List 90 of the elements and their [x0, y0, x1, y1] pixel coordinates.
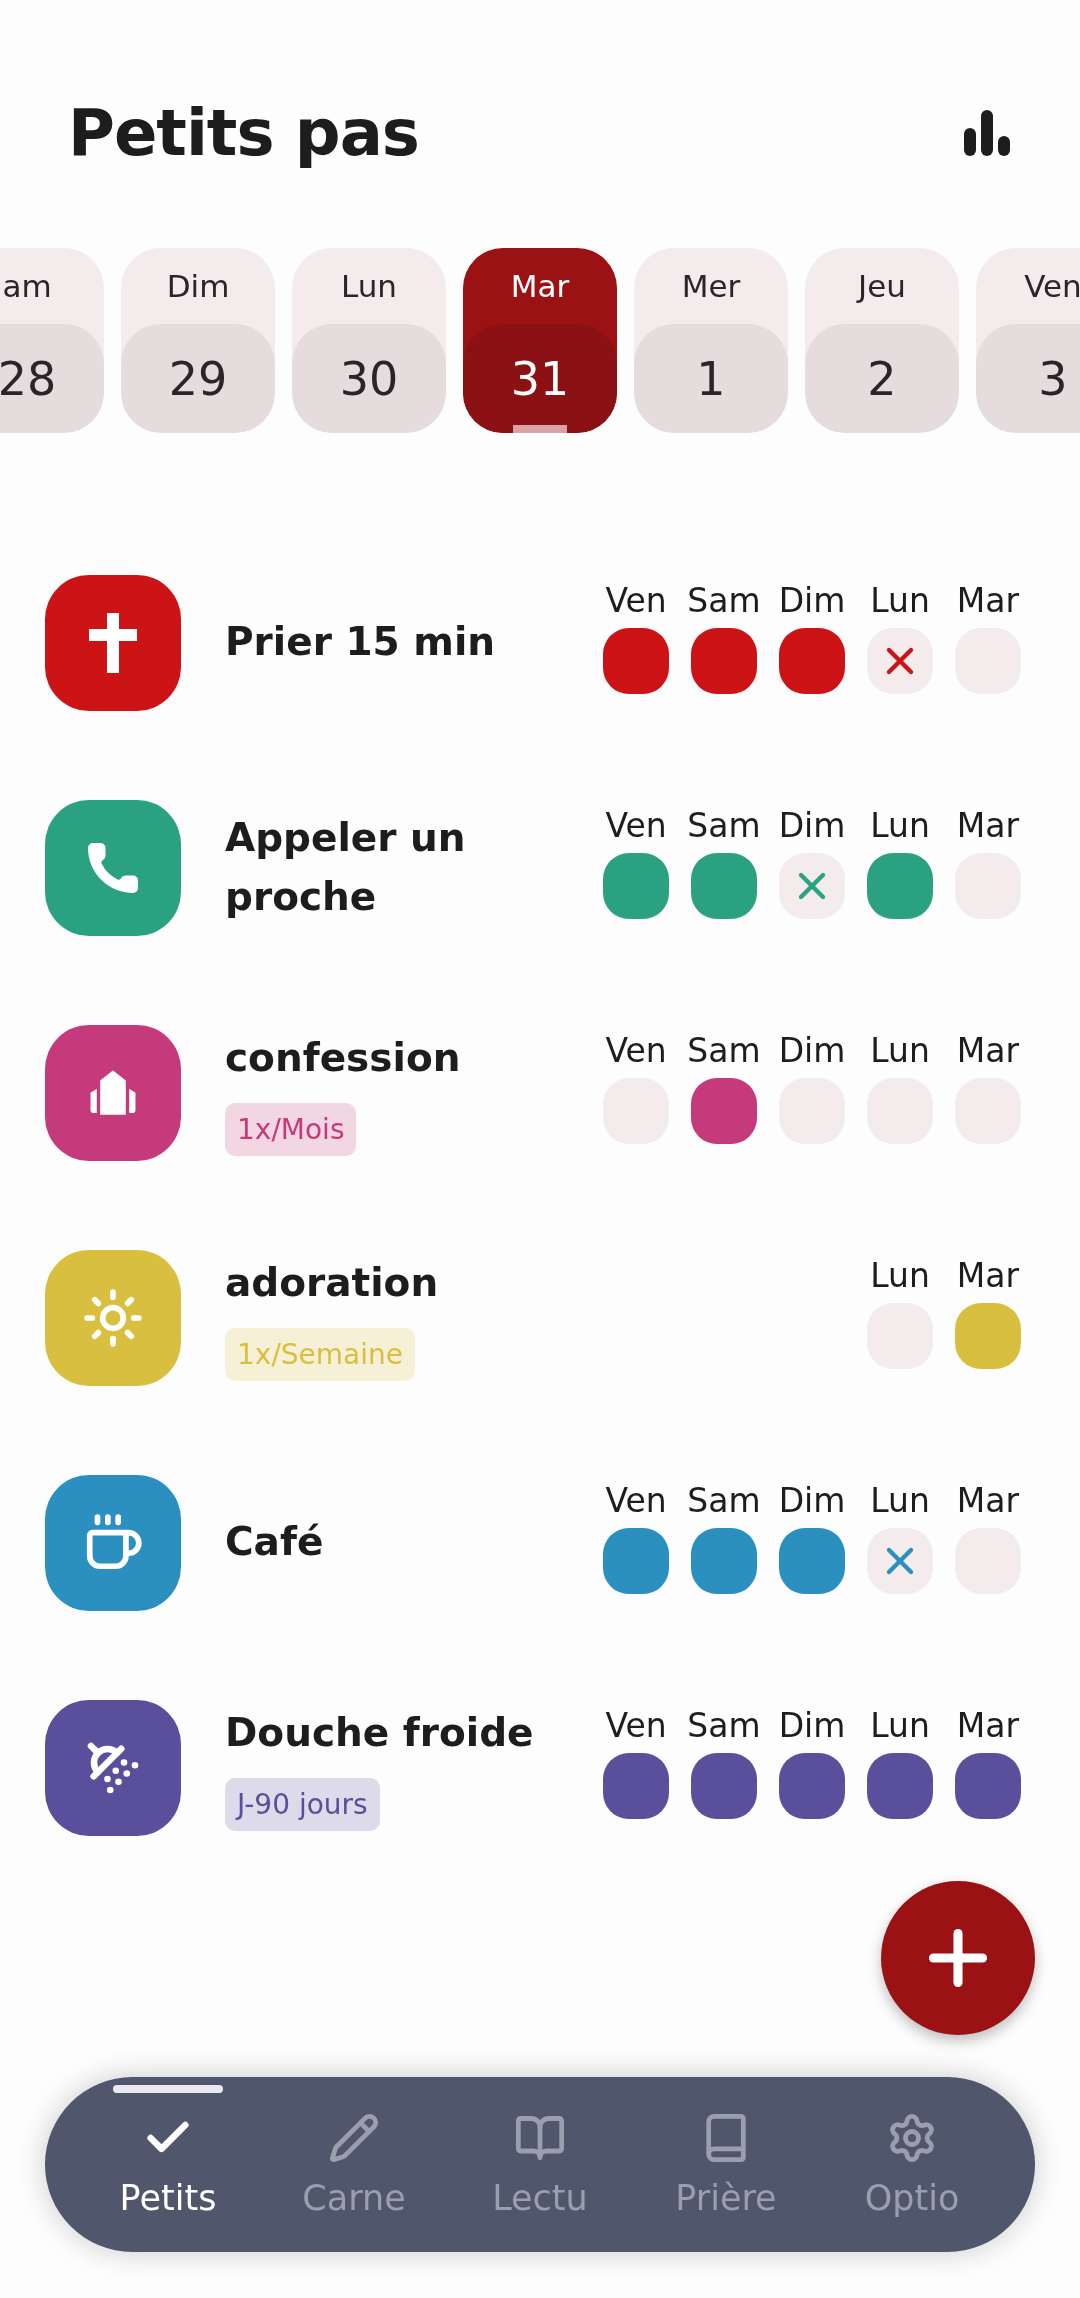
- habit-name: adoration: [225, 1258, 439, 1307]
- habit-name: Café: [225, 1518, 324, 1567]
- date-card[interactable]: am 28: [0, 248, 104, 433]
- day-label: Sam: [687, 1031, 761, 1070]
- day-check[interactable]: [955, 1303, 1021, 1369]
- day-check[interactable]: [779, 853, 845, 919]
- day-check[interactable]: [691, 628, 757, 694]
- habit-name: Prier 15 min: [225, 618, 496, 667]
- app-title: Petits pas: [68, 96, 419, 170]
- day-label: Sam: [687, 806, 761, 845]
- day-label: Sam: [687, 1481, 761, 1520]
- habit-name: Appeler un proche: [225, 814, 467, 921]
- day-label: Ven: [605, 1481, 667, 1520]
- date-number: 30: [292, 324, 446, 433]
- day-label: Lun: [870, 1481, 930, 1520]
- day-check[interactable]: [779, 1753, 845, 1819]
- date-card[interactable]: Lun 30: [292, 248, 446, 433]
- day-label: Dim: [778, 1481, 846, 1520]
- day-label: Lun: [870, 1031, 930, 1070]
- day-check[interactable]: [867, 628, 933, 694]
- weekday-label: am: [1, 267, 53, 306]
- frequency-tag: J-90 jours: [225, 1778, 380, 1832]
- day-check[interactable]: [867, 1528, 933, 1594]
- day-label: Dim: [778, 581, 846, 620]
- day-check[interactable]: [603, 853, 669, 919]
- nav-tab[interactable]: Petits: [75, 2077, 261, 2252]
- day-label: Sam: [687, 1706, 761, 1745]
- sun-icon: [82, 1286, 144, 1349]
- date-card[interactable]: Ven 3: [976, 248, 1080, 433]
- frequency-tag: 1x/Semaine: [225, 1328, 415, 1382]
- habit-icon-tile[interactable]: [45, 574, 181, 711]
- day-label: Dim: [778, 806, 846, 845]
- day-label: Sam: [687, 581, 761, 620]
- weekday-label: Ven: [1023, 267, 1080, 306]
- date-card[interactable]: Mer 1: [634, 248, 788, 433]
- habit-icon-tile[interactable]: [45, 1699, 181, 1836]
- day-label: Ven: [605, 581, 667, 620]
- date-number: 28: [0, 324, 104, 433]
- day-label: Mar: [956, 1031, 1020, 1070]
- day-check[interactable]: [691, 853, 757, 919]
- add-button[interactable]: [881, 1881, 1035, 2035]
- day-check[interactable]: [691, 1078, 757, 1144]
- day-check[interactable]: [603, 628, 669, 694]
- frequency-tag: 1x/Mois: [225, 1103, 357, 1157]
- day-label: Mar: [956, 1706, 1020, 1745]
- day-label: Ven: [605, 1031, 667, 1070]
- day-label: Dim: [778, 1706, 846, 1745]
- day-label: Lun: [870, 581, 930, 620]
- habit-name: Douche froide: [225, 1708, 534, 1757]
- cross-icon: [89, 612, 137, 673]
- date-card[interactable]: Mar 31: [463, 248, 617, 433]
- pencil-icon: [328, 2111, 380, 2164]
- date-number: 2: [805, 324, 959, 433]
- bar-chart-icon[interactable]: [964, 110, 1010, 156]
- day-label: Lun: [870, 1256, 930, 1295]
- day-label: Lun: [870, 806, 930, 845]
- day-label: Lun: [870, 1706, 930, 1745]
- weekday-label: Lun: [340, 267, 398, 306]
- date-number: 29: [121, 324, 275, 433]
- day-label: Mar: [956, 581, 1020, 620]
- weekday-label: Dim: [165, 267, 231, 306]
- date-number: 31: [463, 324, 617, 433]
- day-check[interactable]: [955, 1753, 1021, 1819]
- weekday-label: Mar: [509, 267, 571, 306]
- day-check[interactable]: [691, 1753, 757, 1819]
- habit-name: confession: [225, 1033, 461, 1082]
- day-check[interactable]: [779, 1528, 845, 1594]
- day-label: Mar: [956, 1481, 1020, 1520]
- day-label: Ven: [605, 806, 667, 845]
- weekday-label: Jeu: [855, 267, 907, 306]
- day-label: Mar: [956, 806, 1020, 845]
- date-number: 1: [634, 324, 788, 433]
- day-label: Dim: [778, 1031, 846, 1070]
- day-label: Ven: [605, 1706, 667, 1745]
- today-indicator: [513, 425, 567, 433]
- habit-icon-tile[interactable]: [45, 1249, 181, 1386]
- date-card[interactable]: Jeu 2: [805, 248, 959, 433]
- habit-icon-tile[interactable]: [45, 799, 181, 936]
- date-number: 3: [976, 324, 1080, 433]
- day-check[interactable]: [603, 1528, 669, 1594]
- day-check[interactable]: [867, 853, 933, 919]
- day-label: Mar: [956, 1256, 1020, 1295]
- day-check[interactable]: [779, 628, 845, 694]
- habit-icon-tile[interactable]: [45, 1474, 181, 1611]
- day-check[interactable]: [603, 1753, 669, 1819]
- weekday-label: Mer: [680, 267, 742, 306]
- day-check[interactable]: [867, 1753, 933, 1819]
- date-card[interactable]: Dim 29: [121, 248, 275, 433]
- day-check[interactable]: [691, 1528, 757, 1594]
- habit-icon-tile[interactable]: [45, 1024, 181, 1161]
